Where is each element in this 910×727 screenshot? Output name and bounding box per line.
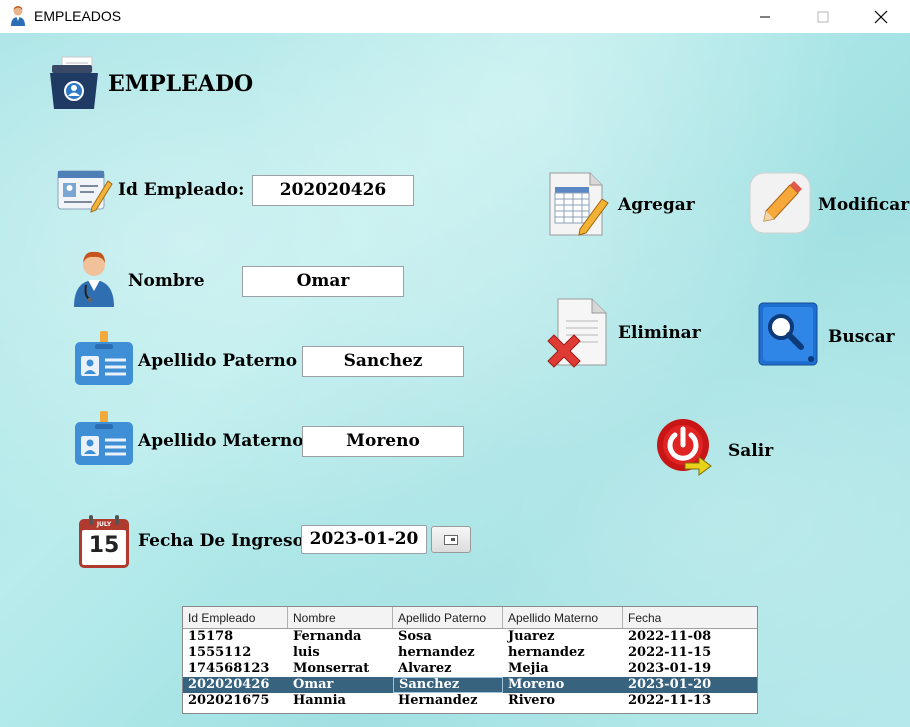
nombre-input[interactable]: Omar (242, 266, 404, 297)
date-picker-button[interactable] (431, 526, 471, 553)
table-row[interactable]: 202021675 Hannia Hernandez Rivero 2022-1… (183, 693, 757, 709)
maximize-icon (817, 11, 829, 22)
column-header-apellido-paterno[interactable]: Apellido Paterno (393, 607, 503, 628)
badge-icon (75, 411, 133, 465)
cell-apellido-materno: Juarez (508, 629, 555, 644)
spreadsheet-pencil-icon (549, 172, 609, 236)
badge-icon (75, 331, 133, 385)
minimize-icon (760, 16, 770, 17)
cell-nombre: Monserrat (293, 661, 370, 676)
power-exit-icon (657, 419, 712, 476)
doctor-user-icon (74, 251, 114, 307)
salir-button[interactable]: Salir (655, 417, 775, 481)
form-heading: EMPLEADO (108, 71, 254, 97)
cell-id: 1555112 (188, 645, 252, 660)
cell-id: 202020426 (188, 677, 270, 692)
pencil-icon (749, 172, 811, 234)
cell-nombre: Hannia (293, 693, 346, 708)
cell-apellido-paterno: Sanchez (393, 677, 503, 693)
cell-apellido-materno: Moreno (508, 677, 565, 692)
salir-label: Salir (728, 441, 774, 461)
cell-apellido-paterno: hernandez (398, 645, 475, 660)
fecha-ingreso-input[interactable]: 2023-01-20 (301, 525, 427, 554)
cell-fecha: 2022-11-13 (628, 693, 712, 708)
cell-fecha: 2023-01-20 (628, 677, 712, 692)
cell-id: 15178 (188, 629, 234, 644)
apellido-paterno-label: Apellido Paterno (138, 351, 298, 371)
nombre-label: Nombre (128, 271, 205, 291)
folder-user-icon (50, 56, 98, 109)
cell-apellido-materno: Rivero (508, 693, 556, 708)
eliminar-button[interactable]: Eliminar (544, 297, 701, 371)
cell-fecha: 2023-01-19 (628, 661, 712, 676)
id-card-pencil-icon (57, 170, 113, 213)
search-book-icon (758, 302, 818, 366)
modificar-label: Modificar (818, 195, 910, 215)
window-title: EMPLEADOS (34, 8, 122, 24)
cell-fecha: 2022-11-15 (628, 645, 712, 660)
apellido-paterno-input[interactable]: Sanchez (302, 346, 464, 377)
table-row[interactable]: 174568123 Monserrat Alvarez Mejia 2023-0… (183, 661, 757, 677)
agregar-button[interactable]: Agregar (546, 169, 695, 241)
form-panel: EMPLEADO Id Empleado: 202020426 Nombre O… (0, 33, 910, 727)
column-header-id[interactable]: Id Empleado (183, 607, 288, 628)
id-empleado-input[interactable]: 202020426 (252, 175, 414, 206)
cell-apellido-materno: hernandez (508, 645, 585, 660)
calendar-icon: JULY 15 (78, 513, 130, 569)
cell-nombre: luis (293, 645, 320, 660)
maximize-button[interactable] (800, 0, 846, 33)
minimize-button[interactable] (742, 0, 788, 33)
employee-icon (11, 6, 25, 26)
id-empleado-label: Id Empleado: (118, 180, 245, 200)
close-button[interactable] (858, 0, 904, 33)
column-header-nombre[interactable]: Nombre (288, 607, 393, 628)
cell-apellido-materno: Mejia (508, 661, 549, 676)
column-header-fecha[interactable]: Fecha (623, 607, 757, 628)
table-header: Id Empleado Nombre Apellido Paterno Apel… (183, 607, 757, 629)
calendar-day: 15 (88, 533, 120, 558)
cell-apellido-paterno: Hernandez (398, 693, 478, 708)
eliminar-label: Eliminar (618, 323, 701, 343)
column-header-apellido-materno[interactable]: Apellido Materno (503, 607, 623, 628)
fecha-ingreso-label: Fecha De Ingreso: (138, 531, 311, 551)
calendar-small-icon (444, 534, 458, 545)
agregar-label: Agregar (618, 195, 695, 215)
cell-nombre: Omar (293, 677, 334, 692)
apellido-materno-input[interactable]: Moreno (302, 426, 464, 457)
cell-fecha: 2022-11-08 (628, 629, 712, 644)
document-delete-icon (547, 298, 607, 368)
table-row-selected[interactable]: 202020426 Omar Sanchez Moreno 2023-01-20 (183, 677, 757, 693)
table-row[interactable]: 15178 Fernanda Sosa Juarez 2022-11-08 (183, 629, 757, 645)
employees-table[interactable]: Id Empleado Nombre Apellido Paterno Apel… (182, 606, 758, 714)
buscar-button[interactable]: Buscar (755, 301, 895, 369)
cell-id: 174568123 (188, 661, 270, 676)
buscar-label: Buscar (828, 327, 895, 347)
cell-apellido-paterno: Alvarez (398, 661, 452, 676)
apellido-materno-label: Apellido Materno (138, 431, 304, 451)
modificar-button[interactable]: Modificar (748, 171, 910, 239)
title-bar: EMPLEADOS (0, 0, 910, 33)
cell-nombre: Fernanda (293, 629, 362, 644)
close-icon (874, 10, 888, 23)
calendar-month: JULY (96, 521, 112, 528)
table-row[interactable]: 1555112 luis hernandez hernandez 2022-11… (183, 645, 757, 661)
cell-id: 202021675 (188, 693, 270, 708)
cell-apellido-paterno: Sosa (398, 629, 432, 644)
